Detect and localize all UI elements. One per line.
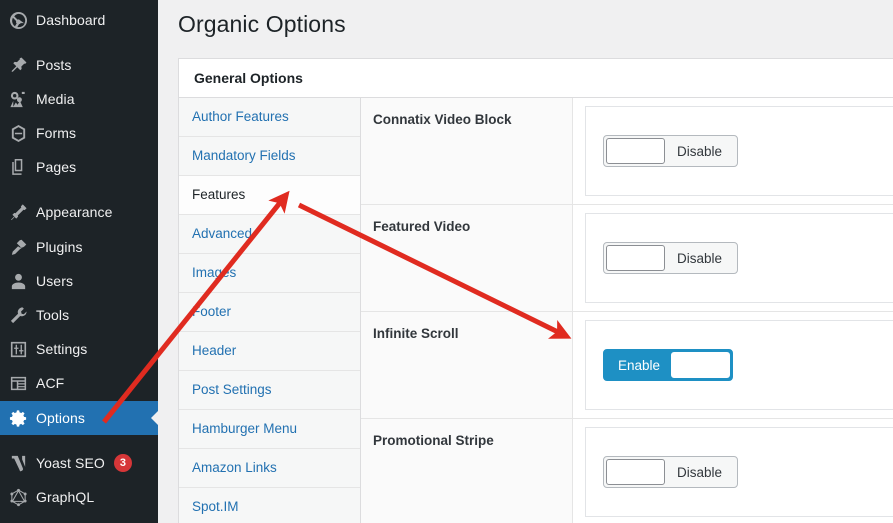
toggle-infinite-scroll[interactable]: Enable — [603, 349, 734, 381]
toggle-knob — [671, 352, 731, 378]
sidebar-item-users[interactable]: Users — [0, 264, 158, 298]
settings-tab-mandatory-fields[interactable]: Mandatory Fields — [179, 137, 360, 176]
sidebar-item-label: Posts — [36, 57, 72, 73]
option-control-cell: Disable — [573, 419, 893, 523]
sidebar-item-label: Appearance — [36, 204, 113, 220]
toggle-connatix-video-block[interactable]: Disable — [603, 135, 739, 167]
brush-icon — [0, 203, 36, 222]
media-icon — [0, 90, 36, 109]
toggle-featured-video[interactable]: Disable — [603, 242, 739, 274]
settings-tab-post-settings[interactable]: Post Settings — [179, 371, 360, 410]
settings-tab-header[interactable]: Header — [179, 332, 360, 371]
sidebar-item-label: ACF — [36, 375, 65, 391]
sidebar-item-acf[interactable]: ACF — [0, 366, 158, 400]
sidebar-item-label: Users — [36, 273, 74, 289]
gear-icon — [0, 409, 36, 428]
sidebar-item-label: Media — [36, 91, 75, 107]
sidebar-item-graphql[interactable]: GraphQL — [0, 480, 158, 514]
page-title: Organic Options — [178, 11, 346, 37]
settings-tab-spot-im[interactable]: Spot.IM — [179, 488, 360, 523]
toggle-label: Enable — [618, 357, 661, 373]
sidebar-item-appearance[interactable]: Appearance — [0, 195, 158, 229]
sidebar-item-label: Forms — [36, 125, 77, 141]
sidebar-item-label: Settings — [36, 341, 88, 357]
sidebar-item-badge: 3 — [113, 454, 132, 472]
sidebar-item-yoast-seo[interactable]: Yoast SEO 3 — [0, 446, 158, 480]
sidebar-item-media[interactable]: Media — [0, 82, 158, 116]
sidebar-item-plugins[interactable]: Plugins — [0, 230, 158, 264]
sidebar-item-pages[interactable]: Pages — [0, 150, 158, 184]
settings-tab-advanced[interactable]: Advanced — [179, 215, 360, 254]
option-control-box: Enable — [585, 320, 893, 410]
sidebar-item-options[interactable]: Options — [0, 401, 159, 435]
settings-tab-amazon-links[interactable]: Amazon Links — [179, 449, 360, 488]
toggle-knob — [606, 459, 665, 485]
forms-icon — [0, 124, 36, 143]
option-row-featured-video: Featured Video Disable — [361, 205, 893, 312]
sidebar-item-label: Options — [36, 410, 85, 426]
option-control-cell: Disable — [573, 98, 893, 204]
option-label: Connatix Video Block — [361, 98, 573, 204]
sidebar-item-label: Yoast SEO — [36, 455, 105, 471]
option-label: Promotional Stripe — [361, 419, 573, 523]
option-row-promotional-stripe: Promotional Stripe Disable — [361, 419, 893, 523]
wrench-icon — [0, 306, 36, 325]
sidebar-item-posts[interactable]: Posts — [0, 48, 158, 82]
toggle-knob — [606, 245, 665, 271]
sidebar-item-forms[interactable]: Forms — [0, 116, 158, 150]
app-window: Dashboard Posts Media Forms Pages Appearance P… — [0, 0, 893, 523]
admin-sidebar: Dashboard Posts Media Forms Pages Appearance P… — [0, 0, 159, 523]
pin-icon — [0, 56, 36, 75]
option-control-box: Disable — [585, 427, 893, 517]
option-label: Featured Video — [361, 205, 573, 311]
settings-tab-images[interactable]: Images — [179, 254, 360, 293]
plug-icon — [0, 238, 36, 257]
option-label: Infinite Scroll — [361, 312, 573, 418]
toggle-promotional-stripe[interactable]: Disable — [603, 456, 739, 488]
yoast-icon — [0, 454, 36, 473]
sidebar-item-settings[interactable]: Settings — [0, 332, 158, 366]
toggle-label: Disable — [677, 464, 723, 480]
option-control-box: Disable — [585, 106, 893, 196]
graphql-icon — [0, 488, 36, 507]
sidebar-item-label: Plugins — [36, 239, 83, 255]
pages-icon — [0, 158, 36, 177]
settings-tab-list: Author Features Mandatory Fields Features A… — [179, 98, 361, 523]
main-content: Organic Options General Options Author F… — [158, 0, 893, 523]
option-row-infinite-scroll: Infinite Scroll Enable — [361, 312, 893, 419]
option-control-box: Disable — [585, 213, 893, 303]
option-row-connatix-video-block: Connatix Video Block Disable — [361, 98, 893, 205]
toggle-label: Disable — [677, 143, 723, 159]
sliders-icon — [0, 340, 36, 359]
option-control-cell: Enable — [573, 312, 893, 418]
sidebar-item-label: Tools — [36, 307, 70, 323]
settings-tab-features[interactable]: Features — [179, 176, 360, 215]
settings-tab-hamburger-menu[interactable]: Hamburger Menu — [179, 410, 360, 449]
settings-tab-author-features[interactable]: Author Features — [179, 98, 360, 137]
acf-icon — [0, 374, 36, 393]
sidebar-item-label: Dashboard — [36, 12, 106, 28]
dashboard-icon — [0, 11, 36, 30]
options-panel: General Options Author Features Mandatory… — [178, 58, 893, 523]
option-control-cell: Disable — [573, 205, 893, 311]
toggle-label: Disable — [677, 250, 723, 266]
toggle-knob — [606, 138, 665, 164]
settings-tab-footer[interactable]: Footer — [179, 293, 360, 332]
sidebar-item-dashboard[interactable]: Dashboard — [0, 3, 158, 37]
sidebar-item-tools[interactable]: Tools — [0, 298, 158, 332]
sidebar-item-label: GraphQL — [36, 489, 95, 505]
options-list: Connatix Video Block Disable Featured Vide… — [361, 98, 893, 523]
user-icon — [0, 272, 36, 291]
sidebar-item-label: Pages — [36, 159, 77, 175]
panel-header-title: General Options — [179, 59, 893, 98]
panel-body: Author Features Mandatory Fields Features A… — [179, 98, 893, 523]
